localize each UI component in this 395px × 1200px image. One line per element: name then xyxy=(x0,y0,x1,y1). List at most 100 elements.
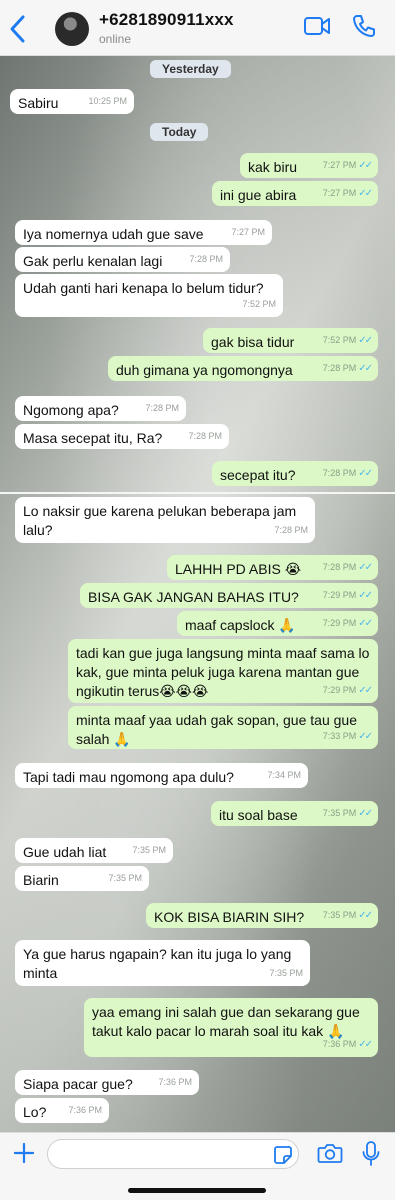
camera-icon[interactable] xyxy=(317,1142,343,1164)
message-text: Ya gue harus ngapain? kan itu juga lo ya… xyxy=(23,946,292,981)
incoming-message[interactable]: Gak perlu kenalan lagi 7:28 PM xyxy=(15,247,230,272)
chevron-left-icon[interactable] xyxy=(8,14,28,44)
message-time: 7:27 PM xyxy=(322,188,357,198)
message-time: 7:35 PM xyxy=(108,873,142,883)
outgoing-message[interactable]: ini gue abira 7:27 PM ✓✓ xyxy=(212,181,378,206)
date-pill-today: Today xyxy=(150,123,209,141)
outgoing-message[interactable]: secepat itu? 7:28 PM ✓✓ xyxy=(212,461,378,486)
outgoing-message[interactable]: duh gimana ya ngomongnya 7:28 PM ✓✓ xyxy=(108,356,378,381)
message-meta: 7:28 PM xyxy=(274,521,308,540)
message-text: Lo naksir gue karena pelukan beberapa ja… xyxy=(23,503,297,538)
message-meta: 7:36 PM xyxy=(68,1101,102,1120)
read-receipt-icon: ✓✓ xyxy=(358,618,373,629)
read-receipt-icon: ✓✓ xyxy=(358,910,373,921)
message-meta: 7:35 PM ✓✓ xyxy=(322,906,373,925)
microphone-icon[interactable] xyxy=(361,1140,381,1168)
incoming-message[interactable]: Biarin 7:35 PM xyxy=(15,866,149,891)
incoming-message[interactable]: Iya nomernya udah gue save 7:27 PM xyxy=(15,220,272,245)
read-receipt-icon: ✓✓ xyxy=(358,468,373,479)
message-time: 7:28 PM xyxy=(274,525,308,535)
phone-icon[interactable] xyxy=(352,14,376,38)
incoming-message[interactable]: Siapa pacar gue? 7:36 PM xyxy=(15,1070,199,1095)
read-receipt-icon: ✓✓ xyxy=(358,160,373,171)
message-time: 7:36 PM xyxy=(68,1105,102,1115)
composer-bar xyxy=(0,1132,395,1200)
outgoing-message[interactable]: itu soal base 7:35 PM ✓✓ xyxy=(211,801,378,826)
message-time: 7:36 PM xyxy=(158,1077,192,1087)
read-receipt-icon: ✓✓ xyxy=(358,335,373,346)
message-time: 7:36 PM xyxy=(322,1039,357,1049)
message-time: 7:28 PM xyxy=(189,254,223,264)
message-time: 7:34 PM xyxy=(267,770,301,780)
outgoing-message[interactable]: minta maaf yaa udah gak sopan, gue tau g… xyxy=(68,706,378,749)
message-meta: 7:52 PM xyxy=(242,295,276,314)
message-time: 7:35 PM xyxy=(322,910,357,920)
message-meta: 7:28 PM xyxy=(188,427,222,446)
outgoing-message[interactable]: yaa emang ini salah gue dan sekarang gue… xyxy=(84,998,378,1057)
message-time: 7:29 PM xyxy=(322,590,357,600)
message-meta: 10:25 PM xyxy=(88,92,127,111)
message-time: 7:28 PM xyxy=(322,363,357,373)
message-text: Udah ganti hari kenapa lo belum tidur? xyxy=(23,280,264,296)
read-receipt-icon: ✓✓ xyxy=(358,590,373,601)
message-time: 7:29 PM xyxy=(322,685,357,695)
message-meta: 7:27 PM xyxy=(231,223,265,242)
message-time: 7:35 PM xyxy=(132,845,166,855)
message-meta: 7:35 PM xyxy=(269,964,303,983)
message-time: 10:25 PM xyxy=(88,96,127,106)
outgoing-message[interactable]: BISA GAK JANGAN BAHAS ITU? 7:29 PM ✓✓ xyxy=(80,583,378,608)
message-meta: 7:27 PM ✓✓ xyxy=(323,156,373,175)
read-receipt-icon: ✓✓ xyxy=(358,685,373,696)
incoming-message[interactable]: Ya gue harus ngapain? kan itu juga lo ya… xyxy=(15,940,310,986)
message-meta: 7:28 PM xyxy=(189,250,223,269)
message-time: 7:28 PM xyxy=(322,562,357,572)
message-meta: 7:28 PM xyxy=(145,399,179,418)
message-meta: 7:27 PM ✓✓ xyxy=(322,184,373,203)
video-call-icon[interactable] xyxy=(303,14,331,38)
outgoing-message[interactable]: tadi kan gue juga langsung minta maaf sa… xyxy=(68,639,378,703)
message-meta: 7:36 PM xyxy=(158,1073,192,1092)
chat-header: +6281890911xxx online xyxy=(0,0,395,56)
incoming-message[interactable]: Ngomong apa? 7:28 PM xyxy=(15,396,186,421)
outgoing-message[interactable]: kak biru 7:27 PM ✓✓ xyxy=(240,153,378,178)
avatar[interactable] xyxy=(55,12,89,46)
message-meta: 7:28 PM ✓✓ xyxy=(323,464,373,483)
message-meta: 7:28 PM ✓✓ xyxy=(322,558,373,577)
message-time: 7:35 PM xyxy=(269,968,303,978)
date-pill-yesterday: Yesterday xyxy=(150,60,231,78)
message-time: 7:28 PM xyxy=(145,403,179,413)
message-time: 7:52 PM xyxy=(242,299,276,309)
incoming-message[interactable]: Udah ganti hari kenapa lo belum tidur? 7:… xyxy=(15,274,283,317)
incoming-message[interactable]: Masa secepat itu, Ra? 7:28 PM xyxy=(15,424,229,449)
incoming-message[interactable]: Tapi tadi mau ngomong apa dulu? 7:34 PM xyxy=(15,763,308,788)
home-indicator xyxy=(128,1188,266,1193)
outgoing-message[interactable]: gak bisa tidur 7:52 PM ✓✓ xyxy=(203,328,378,353)
message-meta: 7:28 PM ✓✓ xyxy=(322,359,373,378)
message-meta: 7:33 PM ✓✓ xyxy=(322,727,373,746)
sticker-icon[interactable] xyxy=(273,1145,293,1165)
message-time: 7:33 PM xyxy=(322,731,357,741)
message-meta: 7:52 PM ✓✓ xyxy=(322,331,373,350)
outgoing-message[interactable]: LAHHH PD ABIS 😭 7:28 PM ✓✓ xyxy=(167,555,378,580)
read-receipt-icon: ✓✓ xyxy=(358,808,373,819)
read-receipt-icon: ✓✓ xyxy=(358,562,373,573)
message-meta: 7:35 PM xyxy=(132,841,166,860)
message-time: 7:28 PM xyxy=(188,431,222,441)
message-time: 7:35 PM xyxy=(322,808,357,818)
message-meta: 7:35 PM ✓✓ xyxy=(322,804,373,823)
message-input[interactable] xyxy=(47,1139,299,1169)
chat-area[interactable]: Yesterday Today Sabiru 10:25 PM kak biru 7:… xyxy=(0,56,395,1132)
outgoing-message[interactable]: maaf capslock 🙏 7:29 PM ✓✓ xyxy=(177,611,378,636)
message-meta: 7:29 PM ✓✓ xyxy=(323,614,373,633)
plus-icon[interactable] xyxy=(12,1141,36,1165)
incoming-message[interactable]: Lo naksir gue karena pelukan beberapa ja… xyxy=(15,497,315,543)
incoming-message[interactable]: Lo? 7:36 PM xyxy=(15,1098,109,1123)
message-meta: 7:29 PM ✓✓ xyxy=(322,586,373,605)
incoming-message[interactable]: Sabiru 10:25 PM xyxy=(10,89,134,114)
outgoing-message[interactable]: KOK BISA BIARIN SIH? 7:35 PM ✓✓ xyxy=(146,903,378,928)
incoming-message[interactable]: Gue udah liat 7:35 PM xyxy=(15,838,173,863)
message-time: 7:52 PM xyxy=(322,335,357,345)
contact-name[interactable]: +6281890911xxx xyxy=(99,10,234,30)
message-meta: 7:35 PM xyxy=(108,869,142,888)
message-time: 7:27 PM xyxy=(231,227,265,237)
